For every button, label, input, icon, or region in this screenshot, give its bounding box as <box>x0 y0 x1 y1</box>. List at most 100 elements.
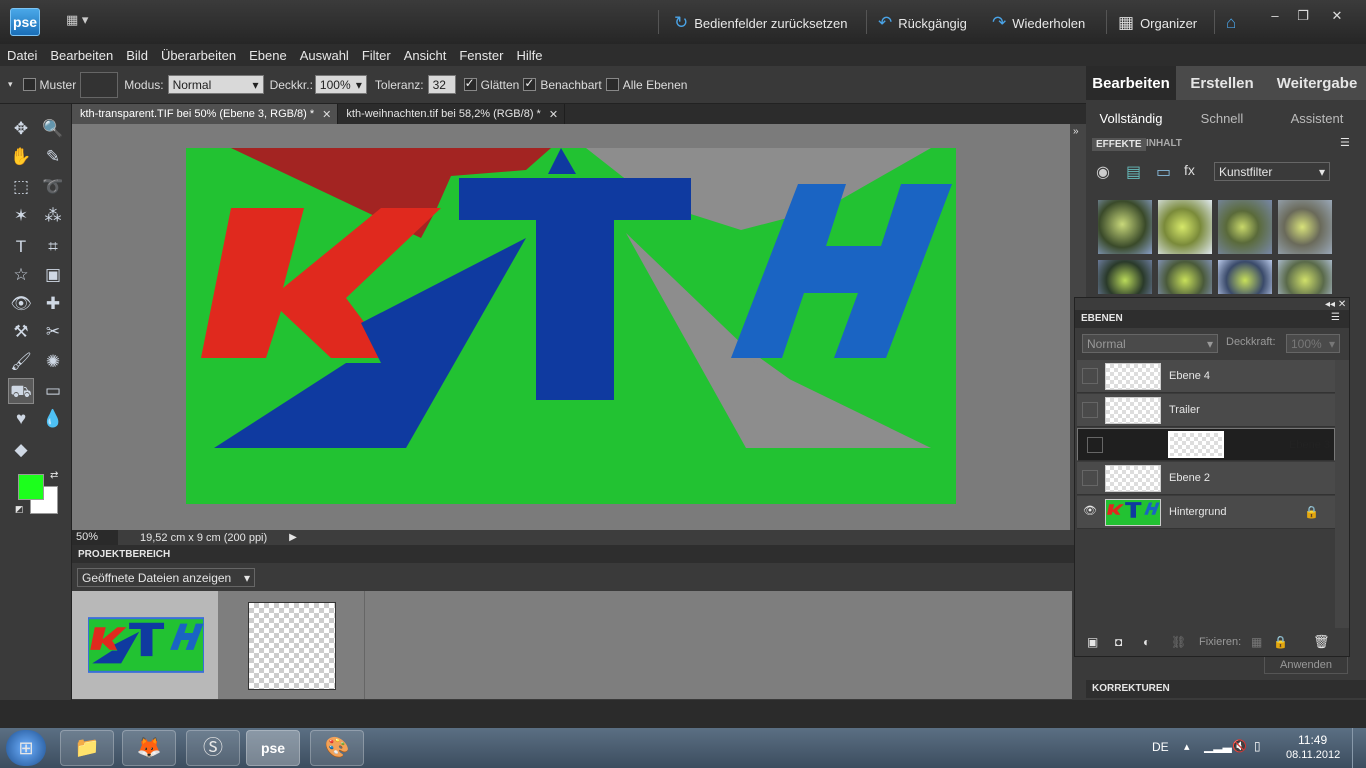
document-image[interactable] <box>186 148 956 504</box>
panel-menu-icon[interactable]: ☰ <box>1331 312 1340 323</box>
home-button[interactable]: ⌂ <box>1226 12 1236 34</box>
visibility-toggle[interactable] <box>1082 470 1098 486</box>
minimize-button[interactable]: – <box>1264 8 1286 26</box>
effect-thumb[interactable] <box>1278 260 1332 294</box>
lock-all-icon[interactable]: 🔒 <box>1273 635 1288 649</box>
firefox-taskbar-icon[interactable]: 🦊 <box>122 730 176 766</box>
recompose-tool-icon[interactable]: ▣ <box>40 262 66 288</box>
clock-time[interactable]: 11:49 <box>1298 733 1327 747</box>
effects-category-select[interactable]: Kunstfilter ▾ <box>1214 162 1330 181</box>
skype-taskbar-icon[interactable]: Ⓢ <box>186 730 240 766</box>
layer-row-hintergrund[interactable]: 👁 Hintergrund 🔒 <box>1077 496 1335 529</box>
korrekturen-panel-header[interactable]: KORREKTUREN <box>1086 680 1366 698</box>
swap-colors-icon[interactable]: ⇄ <box>50 470 58 481</box>
effect-thumb[interactable] <box>1218 260 1272 294</box>
benachbart-checkbox[interactable] <box>523 76 537 91</box>
clock-date[interactable]: 08.11.2012 <box>1286 749 1340 761</box>
visibility-toggle[interactable] <box>1087 436 1103 453</box>
eraser-tool-icon[interactable]: ✂ <box>40 319 66 345</box>
menu-bearbeiten[interactable]: Bearbeiten <box>43 48 119 63</box>
healing-tool-icon[interactable]: ✚ <box>40 291 66 317</box>
volume-muted-icon[interactable]: 🔇 <box>1232 739 1247 753</box>
zoom-tool-icon[interactable]: 🔍 <box>40 116 66 142</box>
blur-tool-icon[interactable]: 💧 <box>40 406 66 432</box>
menu-ueberarbeiten[interactable]: Überarbeiten <box>154 48 242 63</box>
effect-thumb[interactable] <box>1158 200 1212 254</box>
crop-tool-icon[interactable]: ⌗ <box>40 234 66 260</box>
hand-tool-icon[interactable]: ✋ <box>8 144 34 170</box>
marquee-tool-icon[interactable]: ⬚ <box>8 174 34 200</box>
menu-fenster[interactable]: Fenster <box>452 48 509 63</box>
smart-brush-tool-icon[interactable]: ✺ <box>40 349 66 375</box>
new-group-icon[interactable]: ◘ <box>1115 635 1122 649</box>
close-button[interactable]: ✕ <box>1326 8 1348 26</box>
clone-stamp-tool-icon[interactable]: ⚒ <box>8 319 34 345</box>
zoom-level[interactable]: 50% <box>72 530 118 545</box>
start-button[interactable]: ⊞ <box>6 730 46 766</box>
link-layers-icon[interactable]: ⛓ <box>1171 635 1186 649</box>
paint-bucket-tool-icon[interactable]: ⛟ <box>8 378 34 404</box>
pattern-picker[interactable] <box>80 71 119 98</box>
thumbnail-kth-weihnachten[interactable] <box>248 602 336 690</box>
toleranz-input[interactable]: 32 <box>427 75 456 94</box>
layer-styles-icon[interactable]: ▤ <box>1126 162 1141 182</box>
panel-menu-icon[interactable]: ☰ <box>1340 136 1350 149</box>
menu-datei[interactable]: Datei <box>0 48 43 63</box>
undo-button[interactable]: ↶ Rückgängig <box>878 12 967 34</box>
lock-transparency-icon[interactable]: ▦ <box>1251 635 1262 649</box>
cookie-cutter-tool-icon[interactable]: ☆ <box>8 262 34 288</box>
close-icon[interactable]: ✕ <box>322 108 331 121</box>
layer-row-ebene-4[interactable]: Ebene 4 <box>1077 360 1335 393</box>
deckkr-input[interactable]: 100% ▾ <box>314 75 367 94</box>
muster-checkbox[interactable] <box>22 78 36 91</box>
lasso-tool-icon[interactable]: ➰ <box>40 174 66 200</box>
menu-ansicht[interactable]: Ansicht <box>397 48 453 63</box>
battery-icon[interactable]: ▯ <box>1254 739 1261 753</box>
default-colors-icon[interactable]: ◩ <box>15 504 24 515</box>
visibility-toggle[interactable] <box>1082 368 1098 384</box>
menu-hilfe[interactable]: Hilfe <box>509 48 548 63</box>
red-eye-tool-icon[interactable]: 👁 <box>8 291 34 317</box>
layer-row-ebene-2[interactable]: Ebene 2 <box>1077 462 1335 495</box>
foreground-color-swatch[interactable] <box>18 474 44 500</box>
eyedropper-tool-icon[interactable]: ✎ <box>40 144 66 170</box>
layout-button[interactable]: ▦ ▾ <box>66 12 100 32</box>
menu-bild[interactable]: Bild <box>119 48 154 63</box>
blend-mode-select[interactable]: Normal ▾ <box>1082 334 1218 353</box>
eye-icon[interactable]: 👁 <box>1082 504 1098 520</box>
tool-preset-arrow-icon[interactable]: ▾ <box>8 79 13 90</box>
anwenden-button[interactable]: Anwenden <box>1264 656 1348 674</box>
alle-ebenen-checkbox[interactable] <box>605 78 619 91</box>
layer-row-trailer[interactable]: Trailer <box>1077 394 1335 427</box>
subtab-assistent[interactable]: Assistent <box>1268 104 1366 132</box>
move-tool-icon[interactable]: ✥ <box>8 116 34 142</box>
adjustment-layer-icon[interactable]: ◐ <box>1143 635 1150 649</box>
subtab-schnell[interactable]: Schnell <box>1176 104 1268 132</box>
tab-kth-weihnachten[interactable]: kth-weihnachten.tif bei 58,2% (RGB/8) * ✕ <box>338 104 566 124</box>
text-tool-icon[interactable]: T <box>8 234 34 260</box>
menu-filter[interactable]: Filter <box>355 48 397 63</box>
tab-effekte[interactable]: EFFEKTE <box>1092 138 1146 151</box>
thumbnail-kth-transparent[interactable] <box>88 617 204 673</box>
effect-thumb[interactable] <box>1158 260 1212 294</box>
subtab-vollstaendig[interactable]: Vollständig <box>1086 104 1176 132</box>
organizer-button[interactable]: ▦ Organizer <box>1118 12 1197 34</box>
restore-button[interactable]: ❐ <box>1292 8 1314 26</box>
effect-thumb[interactable] <box>1218 200 1272 254</box>
explorer-taskbar-icon[interactable]: 📁 <box>60 730 114 766</box>
modus-select[interactable]: Normal ▾ <box>167 75 264 94</box>
brush-tool-icon[interactable]: 🖌 <box>8 349 34 375</box>
language-indicator[interactable]: DE <box>1152 740 1169 754</box>
new-layer-icon[interactable]: ▣ <box>1087 635 1098 649</box>
layer-row-ebene-3[interactable]: Ebene 3 <box>1077 428 1335 461</box>
menu-ebene[interactable]: Ebene <box>242 48 293 63</box>
status-menu-arrow-icon[interactable]: ▶ <box>289 532 297 543</box>
project-filter-select[interactable]: Geöffnete Dateien anzeigen ▾ <box>77 568 255 587</box>
layers-scrollbar[interactable] <box>1335 360 1349 630</box>
paint-taskbar-icon[interactable]: 🎨 <box>310 730 364 766</box>
quick-selection-tool-icon[interactable]: ⁂ <box>40 203 66 229</box>
glaetten-checkbox[interactable] <box>463 76 477 91</box>
collapse-icon[interactable]: » <box>1073 126 1079 137</box>
reset-panels-button[interactable]: ↻ Bedienfelder zurücksetzen <box>674 12 847 34</box>
tab-bearbeiten[interactable]: Bearbeiten <box>1086 66 1176 100</box>
